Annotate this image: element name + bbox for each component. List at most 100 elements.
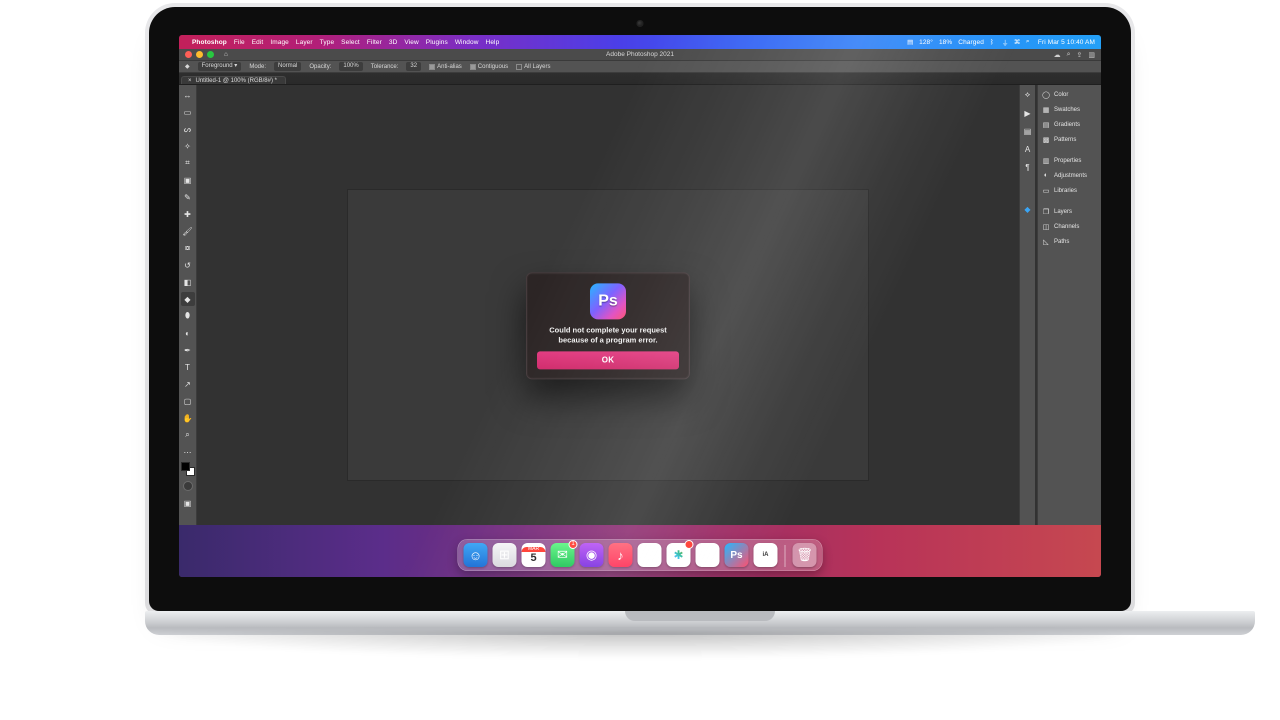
menu-view[interactable]: View	[404, 39, 418, 46]
blur-tool-icon[interactable]: ⬮	[181, 309, 195, 323]
opacity-input[interactable]: 100%	[339, 62, 362, 71]
path-tool-icon[interactable]: ↗	[181, 377, 195, 391]
panel-strip-icon[interactable]: ¶	[1022, 161, 1034, 173]
paint-bucket-tool-icon[interactable]: ◆	[181, 292, 195, 306]
menubar-battery[interactable]: Charged	[958, 39, 984, 46]
lasso-tool-icon[interactable]: ᔕ	[181, 122, 195, 136]
all-layers-checkbox[interactable]: All Layers	[516, 64, 550, 70]
document-tab[interactable]: × Untitled-1 @ 100% (RGB/8#) *	[181, 76, 286, 84]
dock-finder-icon[interactable]: ☺	[464, 543, 488, 567]
dock-messages-icon[interactable]: ✉1	[551, 543, 575, 567]
traffic-zoom-icon[interactable]	[207, 51, 214, 58]
control-center-icon[interactable]: ⌘	[1014, 38, 1020, 46]
menu-window[interactable]: Window	[455, 39, 479, 46]
panel-gradients[interactable]: ▤Gradients	[1038, 117, 1101, 132]
panel-strip-icon[interactable]: A	[1022, 143, 1034, 155]
menu-file[interactable]: File	[234, 39, 245, 46]
bluetooth-icon[interactable]: ᛒ	[990, 39, 996, 46]
panel-strip-icon[interactable]: ⟡	[1022, 89, 1034, 101]
menu-layer[interactable]: Layer	[296, 39, 313, 46]
panel-layers[interactable]: ❐Layers	[1038, 204, 1101, 219]
stamp-tool-icon[interactable]: ⧇	[181, 241, 195, 255]
menubar-stat-pct: 18%	[939, 39, 952, 46]
panel-properties[interactable]: ▥Properties	[1038, 153, 1101, 168]
dock-calendar-icon[interactable]: MAR5	[522, 543, 546, 567]
cloud-icon[interactable]: ☁	[1054, 51, 1061, 59]
shape-tool-icon[interactable]: ▢	[181, 394, 195, 408]
menu-edit[interactable]: Edit	[252, 39, 264, 46]
move-tool-icon[interactable]: ↔	[181, 88, 195, 102]
badge-icon	[685, 540, 694, 549]
eyedropper-tool-icon[interactable]: ✎	[181, 190, 195, 204]
panel-channels[interactable]: ◫Channels	[1038, 219, 1101, 234]
wand-tool-icon[interactable]: ✧	[181, 139, 195, 153]
type-tool-icon[interactable]: T	[181, 360, 195, 374]
hand-tool-icon[interactable]: ✋	[181, 411, 195, 425]
wifi-icon[interactable]: ⏚	[1002, 37, 1008, 47]
menu-type[interactable]: Type	[320, 39, 335, 46]
workspace-icon[interactable]: ▥	[1088, 51, 1095, 59]
menu-plugins[interactable]: Plugins	[426, 39, 448, 46]
panel-strip-icon[interactable]: ▶	[1022, 107, 1034, 119]
dock-podcasts-icon[interactable]: ◉	[580, 543, 604, 567]
swatches-panel-icon: ▦	[1042, 106, 1050, 114]
history-brush-tool-icon[interactable]: ↺	[181, 258, 195, 272]
dock-iawriter-icon[interactable]: iA	[754, 543, 778, 567]
panel-adjustments[interactable]: ◐Adjustments	[1038, 168, 1101, 183]
mode-dropdown[interactable]: Normal	[274, 62, 301, 71]
dodge-tool-icon[interactable]: ◐	[181, 326, 195, 340]
edit-toolbar-icon[interactable]: ⋯	[181, 445, 195, 459]
panel-paths[interactable]: ◺Paths	[1038, 234, 1101, 249]
healing-tool-icon[interactable]: ✚	[181, 207, 195, 221]
panel-libraries[interactable]: ▭Libraries	[1038, 183, 1101, 198]
share-icon[interactable]: ⇪	[1077, 51, 1083, 59]
dock-brave-icon[interactable]: ▲	[638, 543, 662, 567]
desktop-wallpaper: ☺ ⊞ MAR5 ✉1 ◉ ♪ ▲ ✱ ✈ Ps iA 🗑	[179, 525, 1101, 577]
dock-trash-icon[interactable]: 🗑	[793, 543, 817, 567]
menu-image[interactable]: Image	[270, 39, 289, 46]
search-docs-icon[interactable]: ⌕	[1067, 51, 1071, 59]
ok-button[interactable]: OK	[537, 351, 679, 369]
zoom-tool-icon[interactable]: ⌕	[181, 428, 195, 442]
crop-tool-icon[interactable]: ⌗	[181, 156, 195, 170]
menu-help[interactable]: Help	[486, 39, 500, 46]
pen-tool-icon[interactable]: ✒	[181, 343, 195, 357]
anti-alias-checkbox[interactable]: Anti-alias	[429, 64, 462, 70]
fill-source-dropdown[interactable]: Foreground ▾	[198, 62, 242, 71]
panel-patterns[interactable]: ▩Patterns	[1038, 132, 1101, 147]
panel-strip-icon[interactable]: ◆	[1022, 203, 1034, 215]
paint-bucket-icon[interactable]: ◆	[185, 63, 190, 70]
menu-3d[interactable]: 3D	[389, 39, 398, 46]
home-icon[interactable]: ⌂	[224, 51, 228, 58]
canvas-area[interactable]: Ps Could not complete your request becau…	[197, 85, 1019, 566]
dock-divider	[785, 545, 786, 567]
search-icon[interactable]: ⌕	[1026, 38, 1032, 46]
menubar-app-name[interactable]: Photoshop	[192, 39, 227, 46]
tolerance-input[interactable]: 32	[406, 62, 421, 71]
screen-mode-icon[interactable]: ▣	[181, 496, 195, 510]
dock-music-icon[interactable]: ♪	[609, 543, 633, 567]
menu-filter[interactable]: Filter	[367, 39, 382, 46]
quick-mask-icon[interactable]	[181, 479, 195, 493]
tab-close-icon[interactable]: ×	[188, 78, 192, 84]
panel-swatches[interactable]: ▦Swatches	[1038, 102, 1101, 117]
color-swatches-icon[interactable]	[181, 462, 195, 476]
dock-slack-icon[interactable]: ✱	[667, 543, 691, 567]
traffic-minimize-icon[interactable]	[196, 51, 203, 58]
menubar-right: ▤ 128° 18% Charged ᛒ ⏚ ⌘ ⌕ Fri Mar 5 10:…	[907, 37, 1095, 47]
panel-strip-icon[interactable]: ▤	[1022, 125, 1034, 137]
traffic-close-icon[interactable]	[185, 51, 192, 58]
dock-tweetbot-icon[interactable]: ✈	[696, 543, 720, 567]
marquee-tool-icon[interactable]: ▭	[181, 105, 195, 119]
brush-tool-icon[interactable]: 🖌	[181, 224, 195, 238]
istat-icon[interactable]: ▤	[907, 38, 913, 46]
eraser-tool-icon[interactable]: ◧	[181, 275, 195, 289]
menubar-datetime[interactable]: Fri Mar 5 10:40 AM	[1038, 39, 1095, 46]
panel-color[interactable]: ◯Color	[1038, 87, 1101, 102]
dock-photoshop-icon[interactable]: Ps	[725, 543, 749, 567]
camera-icon	[637, 20, 644, 27]
contiguous-checkbox[interactable]: Contiguous	[470, 64, 508, 70]
dock-launchpad-icon[interactable]: ⊞	[493, 543, 517, 567]
menu-select[interactable]: Select	[341, 39, 360, 46]
frame-tool-icon[interactable]: ▣	[181, 173, 195, 187]
